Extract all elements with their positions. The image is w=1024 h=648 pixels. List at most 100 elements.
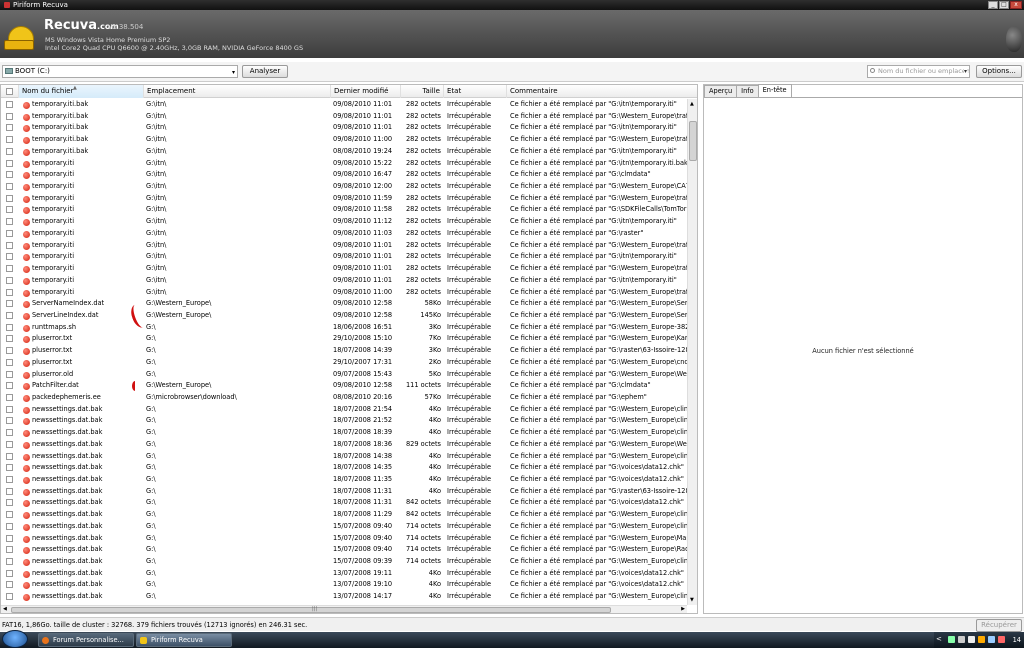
row-checkbox[interactable]: [6, 288, 13, 296]
table-row[interactable]: temporary.iti G:\itn\ 09/08/2010 12:00 282 …: [1, 181, 687, 193]
table-row[interactable]: newssettings.dat.bak G:\ 18/07/2008 11:31 4…: [1, 486, 687, 498]
column-location[interactable]: Emplacement: [144, 85, 331, 98]
row-checkbox[interactable]: [6, 335, 13, 343]
security-icon[interactable]: [978, 636, 985, 643]
table-row[interactable]: temporary.iti G:\itn\ 09/08/2010 16:47 282 …: [1, 169, 687, 181]
taskbar-item-firefox[interactable]: Forum Personnalise...: [38, 633, 134, 647]
scroll-up-icon[interactable]: ▲: [690, 101, 694, 107]
table-row[interactable]: temporary.iti.bak G:\itn\ 09/08/2010 11:01…: [1, 99, 687, 111]
row-checkbox[interactable]: [6, 370, 13, 378]
table-row[interactable]: temporary.iti G:\itn\ 09/08/2010 11:01 282 …: [1, 240, 687, 252]
table-row[interactable]: newssettings.dat.bak G:\ 15/07/2008 09:39 7…: [1, 556, 687, 568]
row-checkbox[interactable]: [6, 147, 13, 155]
table-row[interactable]: temporary.iti.bak G:\itn\ 09/08/2010 11:00…: [1, 134, 687, 146]
row-checkbox[interactable]: [6, 569, 13, 577]
tray-expand-icon[interactable]: <: [936, 635, 942, 643]
row-checkbox[interactable]: [6, 358, 13, 366]
table-row[interactable]: newssettings.dat.bak G:\ 18/07/2008 11:31 8…: [1, 497, 687, 509]
tray-app-icon[interactable]: [948, 636, 955, 643]
row-checkbox[interactable]: [6, 206, 13, 214]
row-checkbox[interactable]: [6, 136, 13, 144]
row-checkbox[interactable]: [6, 183, 13, 191]
scroll-down-icon[interactable]: ▼: [690, 597, 694, 603]
analyse-button[interactable]: Analyser: [242, 65, 288, 78]
vertical-scrollbar[interactable]: ▲ ▼: [687, 99, 697, 605]
row-checkbox[interactable]: [6, 393, 13, 401]
table-row[interactable]: PatchFilter.dat G:\Western_Europe\ 09/08/2…: [1, 380, 687, 392]
table-row[interactable]: newssettings.dat.bak G:\ 13/07/2008 19:11 4…: [1, 568, 687, 580]
table-row[interactable]: temporary.iti G:\itn\ 09/08/2010 11:12 282 …: [1, 216, 687, 228]
column-modified[interactable]: Dernier modifié: [331, 85, 401, 98]
tray-app2-icon[interactable]: [988, 636, 995, 643]
tray-app3-icon[interactable]: [998, 636, 1005, 643]
search-input[interactable]: Nom du fichier ou emplacem ▾: [867, 65, 970, 78]
volume-icon[interactable]: [968, 636, 975, 643]
table-row[interactable]: newssettings.dat.bak G:\ 15/07/2008 09:40 7…: [1, 544, 687, 556]
network-icon[interactable]: [958, 636, 965, 643]
recover-button[interactable]: Récupérer: [976, 619, 1022, 632]
table-row[interactable]: temporary.iti G:\itn\ 09/08/2010 11:59 282 …: [1, 193, 687, 205]
row-checkbox[interactable]: [6, 194, 13, 202]
vertical-scroll-thumb[interactable]: [689, 121, 697, 161]
table-row[interactable]: temporary.iti G:\itn\ 09/08/2010 11:00 282 …: [1, 287, 687, 299]
table-row[interactable]: newssettings.dat.bak G:\ 18/07/2008 18:36 8…: [1, 439, 687, 451]
table-row[interactable]: ServerLineIndex.dat G:\Western_Europe\ 09/…: [1, 310, 687, 322]
row-checkbox[interactable]: [6, 124, 13, 132]
table-row[interactable]: temporary.iti.bak G:\itn\ 09/08/2010 11:01…: [1, 122, 687, 134]
row-checkbox[interactable]: [6, 218, 13, 226]
select-all-column[interactable]: [1, 85, 19, 98]
clock[interactable]: 14: [1013, 636, 1021, 644]
row-checkbox[interactable]: [6, 241, 13, 249]
row-checkbox[interactable]: [6, 546, 13, 554]
column-name[interactable]: ▲ Nom du fichier: [19, 85, 144, 98]
row-checkbox[interactable]: [6, 276, 13, 284]
row-checkbox[interactable]: [6, 558, 13, 566]
table-row[interactable]: temporary.iti.bak G:\itn\ 09/08/2010 11:01…: [1, 111, 687, 123]
row-checkbox[interactable]: [6, 417, 13, 425]
table-row[interactable]: temporary.iti G:\itn\ 09/08/2010 11:01 282 …: [1, 251, 687, 263]
minimize-button[interactable]: _: [988, 1, 998, 9]
table-row[interactable]: newssettings.dat.bak G:\ 18/07/2008 11:29 8…: [1, 509, 687, 521]
start-orb-icon[interactable]: [2, 630, 28, 648]
close-button[interactable]: x: [1010, 1, 1022, 9]
row-checkbox[interactable]: [6, 522, 13, 530]
table-row[interactable]: temporary.iti G:\itn\ 09/08/2010 11:01 282 …: [1, 275, 687, 287]
row-checkbox[interactable]: [6, 487, 13, 495]
row-checkbox[interactable]: [6, 300, 13, 308]
table-row[interactable]: newssettings.dat.bak G:\ 18/07/2008 21:52 4…: [1, 415, 687, 427]
horizontal-scroll-thumb[interactable]: |||: [11, 606, 611, 613]
table-row[interactable]: newssettings.dat.bak G:\ 15/07/2008 09:40 7…: [1, 533, 687, 545]
table-row[interactable]: newssettings.dat.bak G:\ 18/07/2008 18:39 4…: [1, 427, 687, 439]
table-row[interactable]: newssettings.dat.bak G:\ 18/07/2008 14:35 4…: [1, 462, 687, 474]
row-checkbox[interactable]: [6, 311, 13, 319]
column-comment[interactable]: Commentaire: [507, 85, 697, 98]
row-checkbox[interactable]: [6, 101, 13, 108]
taskbar-item-recuva[interactable]: Piriform Recuva: [136, 633, 232, 647]
column-size[interactable]: Taille: [401, 85, 444, 98]
table-row[interactable]: temporary.iti.bak G:\itn\ 08/08/2010 19:24…: [1, 146, 687, 158]
tab-header[interactable]: En-tête: [757, 84, 792, 97]
row-checkbox[interactable]: [6, 534, 13, 542]
table-row[interactable]: ServerNameIndex.dat G:\Western_Europe\ 09/…: [1, 298, 687, 310]
row-checkbox[interactable]: [6, 581, 13, 589]
table-row[interactable]: newssettings.dat.bak G:\ 18/07/2008 21:54 4…: [1, 404, 687, 416]
drive-select[interactable]: BOOT (C:) ▾: [2, 65, 238, 78]
horizontal-scrollbar[interactable]: ◀ ||| ▶: [1, 605, 687, 613]
row-checkbox[interactable]: [6, 429, 13, 437]
table-row[interactable]: pluserror.txt G:\ 18/07/2008 14:39 3Ko Irréc…: [1, 345, 687, 357]
tab-preview[interactable]: Aperçu: [704, 85, 738, 97]
row-checkbox[interactable]: [6, 476, 13, 483]
scroll-left-icon[interactable]: ◀: [3, 606, 7, 612]
row-checkbox[interactable]: [6, 499, 13, 507]
row-checkbox[interactable]: [6, 159, 13, 167]
table-row[interactable]: temporary.iti G:\itn\ 09/08/2010 11:58 282 …: [1, 204, 687, 216]
row-checkbox[interactable]: [6, 405, 13, 413]
row-checkbox[interactable]: [6, 265, 13, 273]
table-row[interactable]: pluserror.txt G:\ 29/10/2008 15:10 7Ko Irréc…: [1, 333, 687, 345]
table-row[interactable]: runttmaps.sh G:\ 18/06/2008 16:51 3Ko Irrécu…: [1, 322, 687, 334]
tab-info[interactable]: Info: [736, 85, 759, 97]
row-checkbox[interactable]: [6, 382, 13, 390]
row-checkbox[interactable]: [6, 464, 13, 472]
table-row[interactable]: newssettings.dat.bak G:\ 18/07/2008 11:35 4…: [1, 474, 687, 486]
table-row[interactable]: newssettings.dat.bak G:\ 15/07/2008 09:40 7…: [1, 521, 687, 533]
